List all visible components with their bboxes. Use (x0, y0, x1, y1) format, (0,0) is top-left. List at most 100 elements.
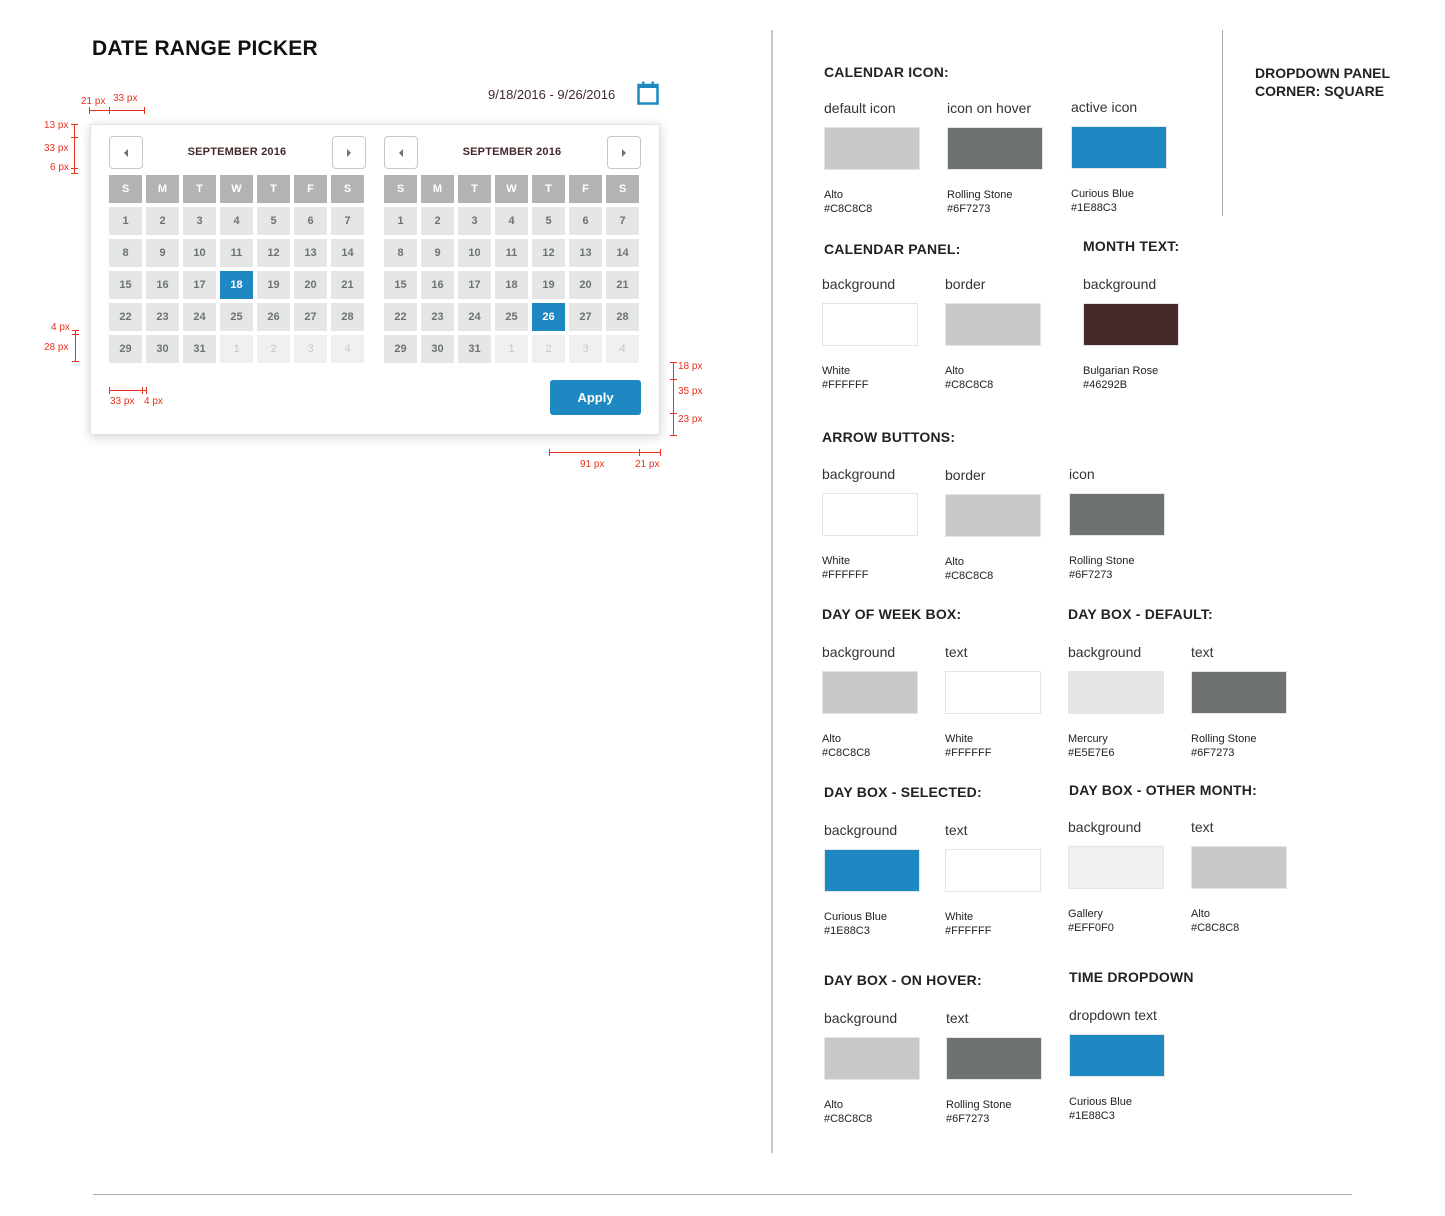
day-cell[interactable]: 5 (532, 207, 565, 235)
day-cell[interactable]: 10 (183, 239, 216, 267)
corner-note-line: CORNER: SQUARE (1255, 83, 1385, 99)
day-cell[interactable]: 21 (606, 271, 639, 299)
day-cell[interactable]: 16 (146, 271, 179, 299)
day-cell[interactable]: 2 (146, 207, 179, 235)
day-cell-other-month[interactable]: 3 (294, 335, 327, 363)
color-swatch: icon Rolling Stone #6F7273 (1069, 466, 1165, 582)
day-cell[interactable]: 3 (458, 207, 491, 235)
day-cell[interactable]: 4 (495, 207, 528, 235)
swatch-color (1083, 303, 1179, 346)
day-cell[interactable]: 10 (458, 239, 491, 267)
swatch-color-name: Rolling Stone (947, 189, 1013, 201)
day-cell[interactable]: 11 (495, 239, 528, 267)
swatch-color (945, 494, 1041, 537)
day-cell[interactable]: 20 (569, 271, 602, 299)
day-cell[interactable]: 16 (421, 271, 454, 299)
day-cell[interactable]: 6 (569, 207, 602, 235)
day-cell[interactable]: 14 (606, 239, 639, 267)
next-month-button[interactable] (332, 136, 366, 169)
annotation-label: 6 px (50, 162, 69, 173)
day-cell[interactable]: 20 (294, 271, 327, 299)
day-cell[interactable]: 25 (495, 303, 528, 331)
day-cell[interactable]: 21 (331, 271, 364, 299)
day-cell[interactable]: 1 (109, 207, 142, 235)
day-cell[interactable]: 19 (257, 271, 290, 299)
day-cell[interactable]: 29 (109, 335, 142, 363)
prev-month-button[interactable] (384, 136, 418, 169)
annotation-tick (109, 107, 110, 114)
swatch-label: text (946, 1010, 969, 1026)
annotation-tick (72, 334, 79, 335)
section-title: TIME DROPDOWN (1069, 969, 1194, 985)
day-cell[interactable]: 7 (331, 207, 364, 235)
day-cell[interactable]: 9 (146, 239, 179, 267)
day-cell-other-month[interactable]: 4 (331, 335, 364, 363)
day-cell[interactable]: 29 (384, 335, 417, 363)
day-cell-other-month[interactable]: 1 (495, 335, 528, 363)
day-cell[interactable]: 13 (294, 239, 327, 267)
day-cell[interactable]: 1 (384, 207, 417, 235)
arrow-right-icon (347, 148, 351, 157)
date-range-value[interactable]: 9/18/2016 - 9/26/2016 (488, 87, 615, 102)
day-cell[interactable]: 30 (421, 335, 454, 363)
swatch-hex: #6F7273 (1191, 747, 1235, 759)
day-cell-other-month[interactable]: 4 (606, 335, 639, 363)
day-cell[interactable]: 9 (421, 239, 454, 267)
day-cell[interactable]: 17 (458, 271, 491, 299)
swatch-hex: #C8C8C8 (945, 379, 994, 391)
day-cell[interactable]: 26 (257, 303, 290, 331)
day-cell[interactable]: 3 (183, 207, 216, 235)
day-cell[interactable]: 8 (384, 239, 417, 267)
day-cell-selected[interactable]: 26 (532, 303, 565, 331)
day-cell[interactable]: 23 (421, 303, 454, 331)
day-cell[interactable]: 24 (183, 303, 216, 331)
prev-month-button[interactable] (109, 136, 143, 169)
day-cell[interactable]: 27 (569, 303, 602, 331)
apply-button[interactable]: Apply (550, 380, 641, 415)
day-cell[interactable]: 13 (569, 239, 602, 267)
day-cell[interactable]: 15 (384, 271, 417, 299)
day-cell[interactable]: 15 (109, 271, 142, 299)
day-cell[interactable]: 28 (606, 303, 639, 331)
swatch-color-name: Rolling Stone (1069, 555, 1135, 567)
day-cell-selected[interactable]: 18 (220, 271, 253, 299)
day-cell-other-month[interactable]: 2 (532, 335, 565, 363)
day-cell[interactable]: 14 (331, 239, 364, 267)
swatch-hex: #FFFFFF (945, 747, 992, 759)
section-title: CALENDAR PANEL: (824, 241, 961, 257)
swatch-label: active icon (1071, 99, 1138, 115)
day-cell[interactable]: 25 (220, 303, 253, 331)
day-cell[interactable]: 18 (495, 271, 528, 299)
day-cell[interactable]: 28 (331, 303, 364, 331)
day-cell-other-month[interactable]: 2 (257, 335, 290, 363)
day-cell[interactable]: 22 (109, 303, 142, 331)
day-cell[interactable]: 24 (458, 303, 491, 331)
day-cell[interactable]: 19 (532, 271, 565, 299)
color-swatch: text White #FFFFFF (945, 644, 1041, 760)
month-label: SEPTEMBER 2016 (462, 146, 562, 158)
day-cell-other-month[interactable]: 1 (220, 335, 253, 363)
day-cell[interactable]: 23 (146, 303, 179, 331)
next-month-button[interactable] (607, 136, 641, 169)
day-cell[interactable]: 30 (146, 335, 179, 363)
day-cell[interactable]: 11 (220, 239, 253, 267)
day-cell[interactable]: 12 (257, 239, 290, 267)
day-cell[interactable]: 6 (294, 207, 327, 235)
day-cell-other-month[interactable]: 3 (569, 335, 602, 363)
swatch-hex: #FFFFFF (822, 569, 869, 581)
page-title: DATE RANGE PICKER (92, 37, 318, 60)
day-cell[interactable]: 8 (109, 239, 142, 267)
day-cell[interactable]: 5 (257, 207, 290, 235)
day-cell[interactable]: 12 (532, 239, 565, 267)
day-cell[interactable]: 22 (384, 303, 417, 331)
calendar-icon[interactable] (637, 81, 659, 105)
day-cell[interactable]: 2 (421, 207, 454, 235)
day-cell[interactable]: 31 (458, 335, 491, 363)
swatch-color (822, 671, 918, 714)
day-cell[interactable]: 7 (606, 207, 639, 235)
weekday-header: T (257, 175, 290, 203)
day-cell[interactable]: 31 (183, 335, 216, 363)
day-cell[interactable]: 4 (220, 207, 253, 235)
day-cell[interactable]: 17 (183, 271, 216, 299)
day-cell[interactable]: 27 (294, 303, 327, 331)
